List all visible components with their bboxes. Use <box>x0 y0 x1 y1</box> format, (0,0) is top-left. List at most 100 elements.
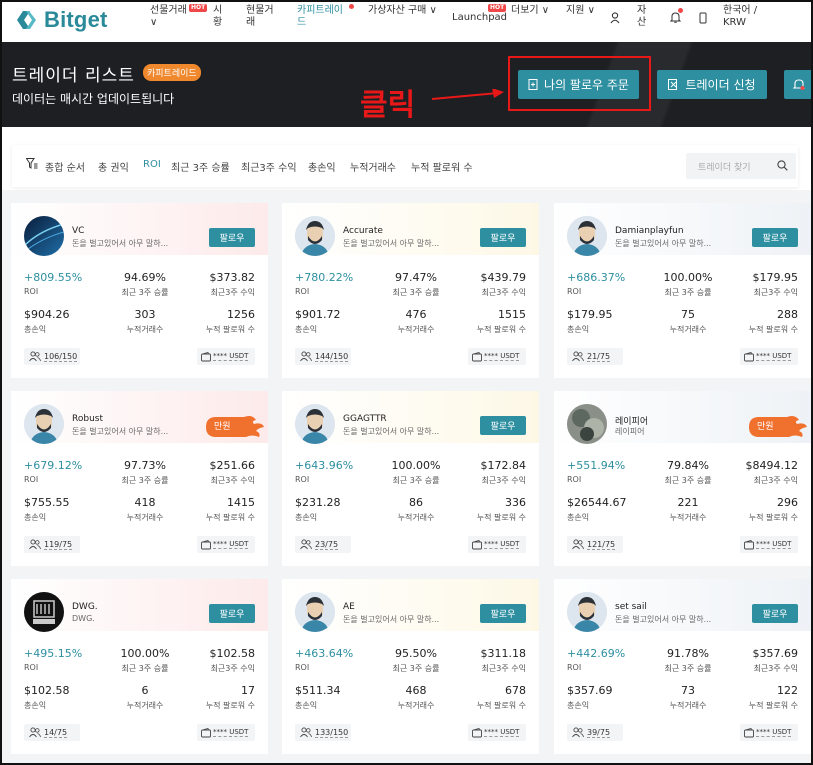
total-pnl-label: 총손익 <box>567 513 590 522</box>
trader-card[interactable]: VC 돈을 벌고있어서 아무 말하... 팔로우 +809.55% ROI 94… <box>11 203 268 378</box>
filter-followers[interactable]: 누적 팔로워 수 <box>411 159 473 174</box>
copy-amount[interactable]: **** USDT <box>468 348 526 365</box>
filter-trades[interactable]: 누적거래수 <box>350 159 396 174</box>
usdt-text: **** USDT <box>756 352 792 361</box>
notification-button[interactable] <box>784 70 813 99</box>
trader-name[interactable]: GGAGTTR <box>343 414 387 424</box>
filter-winrate[interactable]: 최근 3주 승률 <box>171 159 230 174</box>
filter-total-pnl[interactable]: 총손익 <box>308 159 336 174</box>
follower-slots[interactable]: 121/75 <box>567 536 623 553</box>
follower-slots[interactable]: 23/75 <box>295 536 351 553</box>
trader-avatar[interactable] <box>295 592 335 632</box>
nav-buy-crypto[interactable]: 가상자산 구매 ∨ <box>368 5 437 17</box>
follow-button[interactable]: 팔로우 <box>752 228 798 247</box>
nav-market[interactable]: 시 황 <box>213 5 222 29</box>
trader-avatar[interactable] <box>567 404 607 444</box>
trader-name[interactable]: Accurate <box>343 226 383 236</box>
copy-amount[interactable]: **** USDT <box>197 536 255 553</box>
follow-button[interactable]: 팔로우 <box>480 604 526 623</box>
trader-card[interactable]: GGAGTTR 돈을 벌고있어서 아무 말하... 팔로우 +643.96% R… <box>282 391 539 566</box>
trader-avatar[interactable] <box>24 404 64 444</box>
profit3w-label: 최근3주 수익 <box>753 664 798 673</box>
profit3w-value: $8494.12 <box>745 459 799 472</box>
nav-support[interactable]: 지원 ∨ <box>566 5 595 17</box>
nav-assets[interactable]: 자 산 <box>637 5 646 29</box>
trader-card[interactable]: DWG. DWG. 팔로우 +495.15% ROI 100.00% 최근 3주… <box>11 579 268 754</box>
mobile-icon[interactable] <box>699 12 707 24</box>
trader-name[interactable]: Damianplayfun <box>615 226 684 236</box>
trader-avatar[interactable] <box>567 216 607 256</box>
trader-description: 돈을 벌고있어서 아무 말하... <box>72 239 169 248</box>
winrate-value: 100.00% <box>391 459 441 472</box>
roi-label: ROI <box>295 287 310 296</box>
profit3w-label: 최근3주 수익 <box>753 476 798 485</box>
trader-name[interactable]: Robust <box>72 414 103 424</box>
trader-search-input[interactable]: 트레이더 찾기 <box>686 153 796 179</box>
trader-card[interactable]: Robust 돈을 벌고있어서 아무 말하... 만원 +679.12% ROI… <box>11 391 268 566</box>
nav-futures-label: 선물거래 <box>150 5 187 16</box>
trades-value: 303 <box>134 308 156 321</box>
filter-profit3w[interactable]: 최근3주 수익 <box>241 159 297 174</box>
follower-slots[interactable]: 119/75 <box>24 536 80 553</box>
nav-more[interactable]: 더보기 ∨ <box>511 5 549 17</box>
nav-copytrade[interactable]: 카피트레이 드 <box>297 5 343 29</box>
follower-slots[interactable]: 144/150 <box>295 348 351 365</box>
winrate-label: 최근 3주 승률 <box>121 664 169 673</box>
trader-name[interactable]: set sail <box>615 602 647 612</box>
trader-avatar[interactable] <box>24 216 64 256</box>
followers-label: 누적 팔로워 수 <box>748 325 798 334</box>
trader-card[interactable]: AE 돈을 벌고있어서 아무 말하... 팔로우 +463.64% ROI 95… <box>282 579 539 754</box>
trader-name[interactable]: VC <box>72 226 84 236</box>
nav-launchpad[interactable]: Launchpad <box>452 12 507 24</box>
users-icon <box>300 539 312 550</box>
full-badge[interactable]: 만원 <box>204 416 264 437</box>
nav-language[interactable]: 한국어 / KRW <box>723 5 757 29</box>
filter-overall[interactable]: 종합 순서 <box>45 159 85 174</box>
nav-spot[interactable]: 현물거 래 <box>246 5 274 29</box>
trader-avatar[interactable] <box>567 592 607 632</box>
full-badge[interactable]: 만원 <box>747 416 807 437</box>
trader-name[interactable]: DWG. <box>72 602 98 612</box>
follower-slots[interactable]: 133/150 <box>295 724 351 741</box>
copy-amount[interactable]: **** USDT <box>740 724 798 741</box>
winrate-label: 최근 3주 승률 <box>392 476 440 485</box>
copy-amount[interactable]: **** USDT <box>740 536 798 553</box>
follow-button[interactable]: 팔로우 <box>752 604 798 623</box>
profit3w-label: 최근3주 수익 <box>481 288 526 297</box>
follow-button[interactable]: 팔로우 <box>480 416 526 435</box>
copy-amount[interactable]: **** USDT <box>197 348 255 365</box>
roi-label: ROI <box>295 663 310 672</box>
follower-slots[interactable]: 106/150 <box>24 348 80 365</box>
bitget-logo[interactable]: Bitget <box>16 7 108 33</box>
trader-avatar[interactable] <box>295 216 335 256</box>
winrate-value: 97.47% <box>395 271 437 284</box>
trader-card[interactable]: set sail 돈을 벌고있어서 아무 말하... 팔로우 +442.69% … <box>554 579 811 754</box>
trader-card[interactable]: Damianplayfun 돈을 벌고있어서 아무 말하... 팔로우 +686… <box>554 203 811 378</box>
copy-amount[interactable]: **** USDT <box>197 724 255 741</box>
search-icon[interactable] <box>777 160 788 171</box>
filter-total-equity[interactable]: 총 권익 <box>98 159 129 174</box>
wallet-icon <box>201 352 211 362</box>
filter-bar: 종합 순서 총 권익 ROI 최근 3주 승률 최근3주 수익 총손익 누적거래… <box>12 145 798 187</box>
trader-name[interactable]: AE <box>343 602 355 612</box>
trader-avatar[interactable] <box>295 404 335 444</box>
copy-amount[interactable]: **** USDT <box>468 724 526 741</box>
nav-futures[interactable]: 선물거래 ∨ <box>150 5 187 29</box>
apply-trader-button[interactable]: 트레이더 신청 <box>657 70 767 99</box>
follow-button[interactable]: 팔로우 <box>480 228 526 247</box>
trader-card[interactable]: 레이피어 레이피어 만원 +551.94% ROI 79.84% 최근 3주 승… <box>554 391 811 566</box>
trader-card[interactable]: Accurate 돈을 벌고있어서 아무 말하... 팔로우 +780.22% … <box>282 203 539 378</box>
total-pnl-value: $231.28 <box>295 496 341 509</box>
trader-avatar[interactable] <box>24 592 64 632</box>
follower-slots[interactable]: 14/75 <box>24 724 80 741</box>
hot-badge: HOT <box>488 4 507 12</box>
user-icon[interactable] <box>610 12 620 24</box>
follower-slots[interactable]: 21/75 <box>567 348 623 365</box>
follower-slots[interactable]: 39/75 <box>567 724 623 741</box>
filter-roi[interactable]: ROI <box>143 159 161 170</box>
follow-button[interactable]: 팔로우 <box>209 604 255 623</box>
followers-label: 누적 팔로워 수 <box>205 701 255 710</box>
copy-amount[interactable]: **** USDT <box>740 348 798 365</box>
follow-button[interactable]: 팔로우 <box>209 228 255 247</box>
copy-amount[interactable]: **** USDT <box>468 536 526 553</box>
